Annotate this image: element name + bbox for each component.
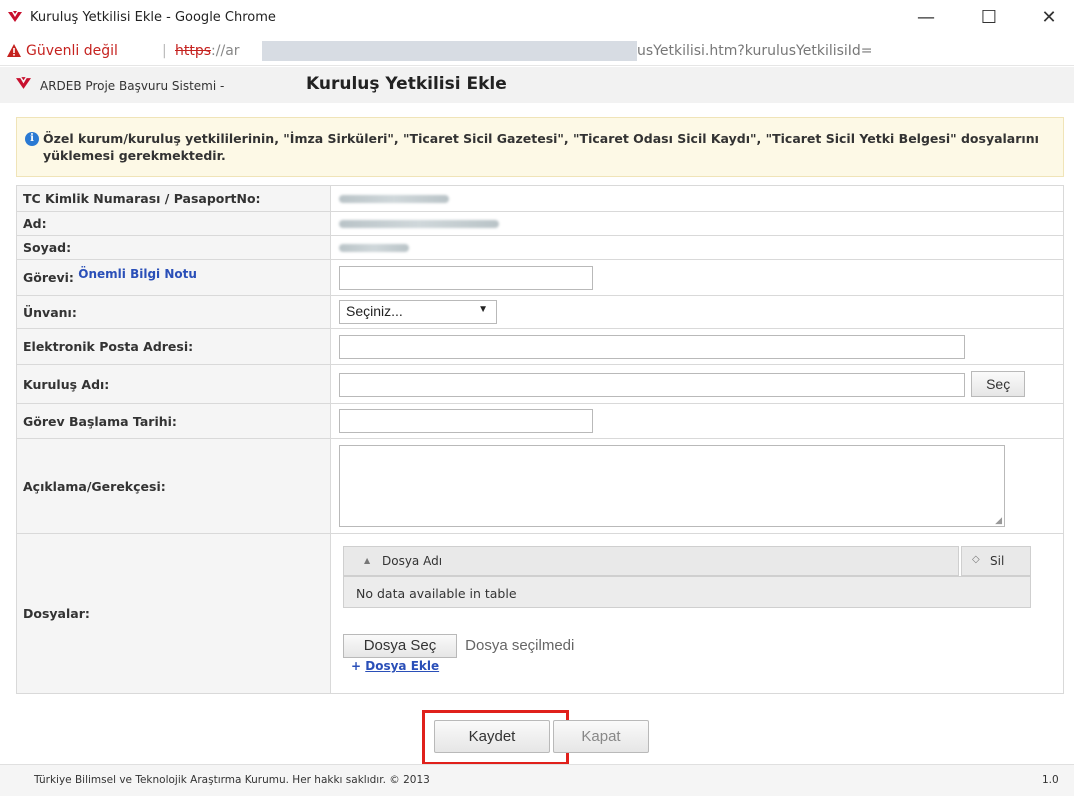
description-textarea[interactable]: ◢: [339, 445, 1005, 527]
save-button[interactable]: Kaydet: [434, 720, 550, 753]
close-window-button[interactable]: ✕: [1026, 4, 1072, 32]
url-scheme-sep: ://ar: [211, 43, 240, 59]
close-button[interactable]: Kapat: [553, 720, 649, 753]
column-header-delete[interactable]: ◇ Sil: [961, 546, 1031, 576]
ad-value-redacted: [330, 211, 1064, 236]
add-file-row: + Dosya Ekle: [351, 659, 1063, 673]
unvani-cell: Seçiniz... ▼: [330, 295, 1064, 329]
aciklama-label: Açıklama/Gerekçesi:: [16, 438, 331, 534]
sort-up-icon: ▲: [364, 556, 371, 565]
unvani-select[interactable]: Seçiniz... ▼: [339, 300, 497, 324]
empty-table-row: No data available in table: [343, 576, 1031, 608]
add-file-link[interactable]: Dosya Ekle: [365, 659, 439, 673]
form-row-dosyalar: Dosyalar: ▲ Dosya Adı ◇ Sil No data avai…: [16, 533, 1064, 694]
form-actions: Kaydet Kapat: [0, 710, 1074, 765]
minimize-button[interactable]: —: [903, 4, 949, 32]
tc-label: TC Kimlik Numarası / PasaportNo:: [16, 185, 331, 212]
resize-handle-icon[interactable]: ◢: [995, 515, 1002, 526]
file-name-header-text: Dosya Adı: [382, 554, 443, 568]
important-note-link[interactable]: Önemli Bilgi Notu: [78, 267, 197, 281]
version-text: 1.0: [1042, 774, 1059, 786]
info-box: i Özel kurum/kuruluş yetkililerinin, "İm…: [16, 117, 1064, 177]
form-row-baslama: Görev Başlama Tarihi:: [16, 403, 1064, 439]
form-row-gorevi: Görevi: Önemli Bilgi Notu: [16, 259, 1064, 296]
form-row-soyad: Soyad:: [16, 235, 1064, 260]
gorevi-cell: [330, 259, 1064, 296]
redacted-value: [339, 194, 449, 203]
form-row-email: Elektronik Posta Adresi:: [16, 328, 1064, 365]
page-header: ARDEB Proje Başvuru Sistemi - Kuruluş Ye…: [0, 67, 1074, 103]
gorevi-input[interactable]: [339, 265, 593, 290]
url-end: usYetkilisi.htm?kurulusYetkilisiId=: [637, 43, 873, 59]
email-cell: [330, 328, 1064, 365]
form-row-unvani: Ünvanı: Seçiniz... ▼: [16, 295, 1064, 329]
unvani-label: Ünvanı:: [16, 295, 331, 329]
dropdown-arrow-icon: ▼: [478, 304, 488, 315]
page-title: Kuruluş Yetkilisi Ekle: [306, 74, 507, 94]
info-text: Özel kurum/kuruluş yetkililerinin, "İmza…: [43, 131, 1039, 163]
security-status[interactable]: Güvenli değil: [26, 43, 118, 59]
form-table: TC Kimlik Numarası / PasaportNo: Ad: Soy…: [16, 185, 1064, 694]
column-header-file-name[interactable]: ▲ Dosya Adı: [343, 546, 959, 576]
form-row-kurulus: Kuruluş Adı: Seç: [16, 364, 1064, 404]
form-row-tc: TC Kimlik Numarası / PasaportNo:: [16, 185, 1064, 212]
redacted-value: [339, 219, 499, 228]
kurulus-input[interactable]: [339, 373, 965, 398]
no-file-chosen-text: Dosya seçilmedi: [465, 637, 575, 654]
dosyalar-label: Dosyalar:: [16, 533, 331, 694]
window-titlebar: Kuruluş Yetkilisi Ekle - Google Chrome —…: [0, 0, 1074, 36]
form-row-ad: Ad:: [16, 211, 1064, 236]
gorevi-label: Görevi:: [23, 270, 74, 285]
window-title: Kuruluş Yetkilisi Ekle - Google Chrome: [30, 10, 276, 25]
tc-value-redacted: [330, 185, 1064, 212]
aciklama-cell: ◢: [330, 438, 1064, 534]
soyad-value-redacted: [330, 235, 1064, 260]
baslama-label: Görev Başlama Tarihi:: [16, 403, 331, 439]
address-separator: |: [162, 43, 167, 59]
dosyalar-cell: ▲ Dosya Adı ◇ Sil No data available in t…: [330, 533, 1064, 694]
gorevi-label-cell: Görevi: Önemli Bilgi Notu: [16, 259, 331, 296]
files-table: ▲ Dosya Adı ◇ Sil No data available in t…: [343, 546, 1033, 610]
maximize-button[interactable]: ☐: [966, 4, 1012, 32]
copyright-text: Türkiye Bilimsel ve Teknolojik Araştırma…: [34, 774, 430, 786]
redacted-url-part: [262, 41, 637, 61]
delete-header-text: Sil: [990, 554, 1005, 568]
redacted-value: [339, 243, 409, 252]
kurulus-cell: Seç: [330, 364, 1064, 404]
unvani-selected-value: Seçiniz...: [346, 303, 403, 319]
url-scheme: https: [175, 43, 212, 59]
tubitak-logo-icon: [16, 77, 31, 89]
tubitak-logo-icon: [8, 11, 22, 22]
file-chooser: Dosya Seç Dosya seçilmedi: [343, 634, 1063, 658]
kurulus-label: Kuruluş Adı:: [16, 364, 331, 404]
soyad-label: Soyad:: [16, 235, 331, 260]
warning-icon: [7, 44, 21, 57]
sort-both-icon: ◇: [972, 554, 980, 565]
choose-file-button[interactable]: Dosya Seç: [343, 634, 457, 658]
email-label: Elektronik Posta Adresi:: [16, 328, 331, 365]
url-start: https://ar: [175, 43, 240, 59]
select-organization-button[interactable]: Seç: [971, 370, 1026, 397]
plus-icon: +: [351, 659, 362, 673]
system-name: ARDEB Proje Başvuru Sistemi -: [40, 79, 225, 93]
form-row-aciklama: Açıklama/Gerekçesi: ◢: [16, 438, 1064, 534]
baslama-cell: [330, 403, 1064, 439]
start-date-input[interactable]: [339, 409, 593, 433]
email-input[interactable]: [339, 334, 965, 359]
address-bar[interactable]: Güvenli değil | https://ar usYetkilisi.h…: [0, 36, 1074, 66]
page-footer: Türkiye Bilimsel ve Teknolojik Araştırma…: [0, 764, 1074, 796]
info-icon: i: [25, 132, 39, 146]
ad-label: Ad:: [16, 211, 331, 236]
